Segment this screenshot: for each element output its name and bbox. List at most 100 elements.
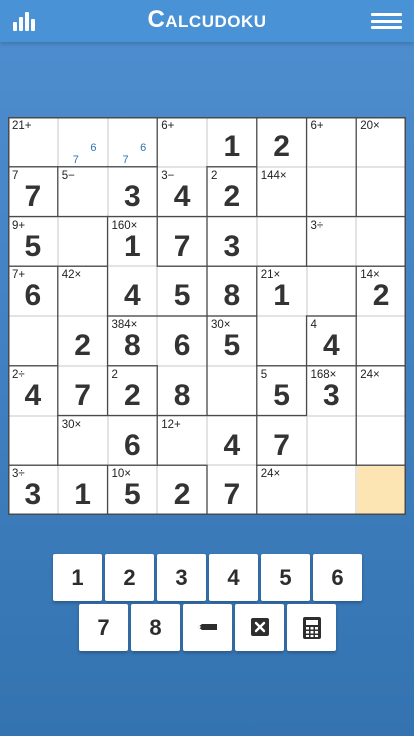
grid-cell[interactable]	[356, 415, 406, 466]
grid-cell[interactable]	[306, 465, 357, 515]
digit-key-8[interactable]: 8	[131, 604, 180, 651]
grid-cell[interactable]: 6+	[157, 117, 207, 167]
grid-cell[interactable]	[356, 316, 406, 366]
grid-cell[interactable]: 5	[157, 266, 207, 316]
grid-cell[interactable]: 55	[256, 365, 307, 416]
cell-value: 6	[24, 279, 42, 313]
grid-cell[interactable]: 6+	[306, 117, 357, 167]
grid-cell[interactable]	[356, 216, 406, 267]
grid-cell[interactable]: 22	[107, 365, 158, 416]
digit-key-label: 1	[71, 565, 84, 590]
cell-value: 8	[223, 279, 241, 313]
grid-cell[interactable]: 3÷	[306, 216, 357, 267]
delete-icon	[249, 618, 271, 643]
cell-value: 2	[74, 329, 91, 362]
grid-cell[interactable]: 2	[157, 465, 207, 515]
grid-cell[interactable]: 9+ 5	[8, 216, 58, 267]
cage-clue: 30×	[61, 418, 82, 431]
grid-cell[interactable]: 7+ 6	[8, 266, 58, 316]
cell-value: 4	[323, 329, 340, 362]
grid-cell[interactable]: 67	[57, 117, 108, 167]
grid-cell[interactable]: 20×	[356, 117, 406, 167]
grid-cell[interactable]: 168× 3	[306, 365, 357, 416]
digit-key-label: 3	[175, 565, 188, 590]
grid-cell[interactable]: 77	[8, 166, 58, 217]
digit-key-1[interactable]: 1	[53, 554, 102, 601]
grid-cell[interactable]: 1	[57, 465, 108, 515]
digit-key-label: 4	[227, 565, 240, 590]
grid-cell[interactable]	[8, 316, 58, 366]
app-title: Calcudoku	[147, 6, 267, 33]
menu-icon[interactable]	[371, 13, 402, 29]
grid-cell[interactable]: 3	[107, 166, 158, 217]
cell-value: 7	[273, 428, 290, 462]
grid-cell[interactable]: 12+	[157, 415, 207, 466]
grid-cell[interactable]: 8	[207, 266, 257, 316]
pencil-note: 6	[140, 142, 147, 154]
grid-cell[interactable]	[306, 266, 357, 316]
digit-key-3[interactable]: 3	[157, 554, 206, 601]
grid-cell[interactable]: 30×	[57, 415, 108, 466]
grid-cell[interactable]: 6	[107, 415, 158, 466]
grid-cell[interactable]: 8	[157, 365, 207, 416]
grid-cell[interactable]: 1	[207, 117, 257, 167]
cage-clue: 24×	[360, 368, 380, 381]
grid-cell[interactable]: 21+	[8, 117, 58, 167]
grid-cell[interactable]: 2	[256, 117, 307, 167]
grid-cell[interactable]: 3− 4	[157, 166, 207, 217]
grid-cell[interactable]: 4	[107, 266, 158, 316]
grid-cell[interactable]: 384× 8	[107, 316, 158, 366]
grid-cell[interactable]: 67	[107, 117, 158, 167]
grid-cell[interactable]: 3	[207, 216, 257, 267]
grid-cell[interactable]	[356, 166, 406, 217]
grid-cell[interactable]	[306, 166, 357, 217]
cell-value: 1	[273, 279, 290, 313]
cell-value: 2	[372, 279, 390, 313]
grid-cell[interactable]	[57, 216, 108, 267]
clear-key[interactable]	[235, 604, 284, 651]
cage-clue: 42×	[61, 269, 82, 282]
grid-cell[interactable]: 21× 1	[256, 266, 307, 316]
grid-cell[interactable]: 5−	[57, 166, 108, 217]
grid-cell[interactable]: 30× 5	[207, 316, 257, 366]
grid-cell[interactable]: 42×	[57, 266, 108, 316]
pencil-note: 6	[90, 142, 97, 154]
grid-cell[interactable]	[306, 415, 357, 466]
grid-cell[interactable]: 4	[207, 415, 257, 466]
grid-cell[interactable]	[256, 316, 307, 366]
calculator-key[interactable]	[287, 604, 336, 651]
grid-cell[interactable]: 7	[256, 415, 307, 466]
grid-cell[interactable]	[356, 465, 406, 515]
grid-cell[interactable]: 24×	[356, 365, 406, 416]
grid-cell[interactable]: 7	[57, 365, 108, 416]
pencil-key[interactable]	[183, 604, 232, 651]
grid-cell[interactable]: 7	[157, 216, 207, 267]
grid-cell[interactable]: 24×	[256, 465, 307, 515]
grid-cell[interactable]: 6	[157, 316, 207, 366]
grid-cell[interactable]	[207, 365, 257, 416]
cell-value: 8	[173, 378, 191, 412]
grid-cell[interactable]: 144×	[256, 166, 307, 217]
grid-cell[interactable]: 2	[57, 316, 108, 366]
grid-cell[interactable]: 3÷ 3	[8, 465, 58, 515]
digit-key-7[interactable]: 7	[79, 604, 128, 651]
cell-value: 5	[124, 478, 141, 512]
grid-cell[interactable]: 22	[207, 166, 257, 217]
grid-cell[interactable]: 10× 5	[107, 465, 158, 515]
grid-cell[interactable]: 7	[207, 465, 257, 515]
digit-key-2[interactable]: 2	[105, 554, 154, 601]
cell-value: 7	[74, 378, 91, 412]
grid-cell[interactable]	[256, 216, 307, 267]
cell-value: 2	[173, 478, 191, 512]
grid-cell[interactable]: 14× 2	[356, 266, 406, 316]
grid-cell[interactable]	[8, 415, 58, 466]
digit-key-4[interactable]: 4	[209, 554, 258, 601]
cell-value: 4	[223, 428, 241, 462]
digit-key-6[interactable]: 6	[313, 554, 362, 601]
grid-cell[interactable]: 2÷ 4	[8, 365, 58, 416]
digit-key-5[interactable]: 5	[261, 554, 310, 601]
grid-cell[interactable]: 160× 1	[107, 216, 158, 267]
cell-value: 5	[273, 378, 290, 412]
grid-cell[interactable]: 44	[306, 316, 357, 366]
cage-clue: 5−	[61, 169, 75, 182]
